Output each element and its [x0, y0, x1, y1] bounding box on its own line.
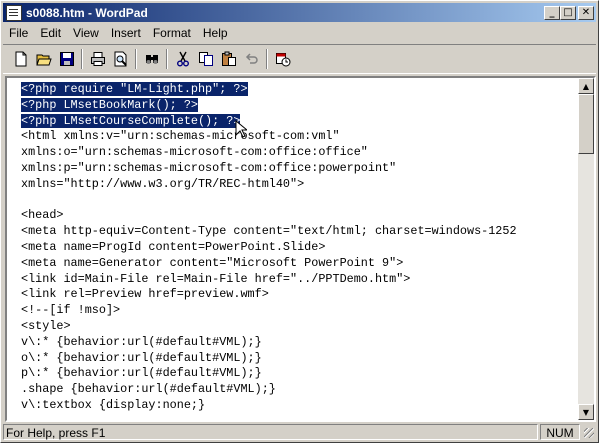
up-arrow-icon: ▲ — [582, 81, 590, 91]
selected-text: <?php LMsetBookMark(); ?> — [21, 97, 198, 112]
menu-format[interactable]: Format — [147, 26, 197, 40]
new-icon — [15, 51, 26, 67]
line-text: xmlns:p="urn:schemas-microsoft-com:offic… — [21, 160, 397, 175]
text-line[interactable]: <html xmlns:v="urn:schemas-microsoft-com… — [7, 129, 578, 145]
down-arrow-icon: ▼ — [582, 407, 590, 417]
line-text: <meta name=Generator content="Microsoft … — [21, 255, 404, 270]
open-icon — [35, 54, 52, 66]
resize-grip[interactable] — [582, 424, 596, 440]
text-line[interactable]: xmlns:p="urn:schemas-microsoft-com:offic… — [7, 161, 578, 177]
text-line[interactable]: <meta name=ProgId content=PowerPoint.Sli… — [7, 240, 578, 256]
menu-bar: File Edit View Insert Format Help — [3, 23, 234, 42]
insert-datetime-icon — [275, 53, 290, 67]
text-line[interactable]: o\:* {behavior:url(#default#VML);} — [7, 351, 578, 367]
wordpad-app-icon[interactable] — [6, 4, 22, 21]
toolbar — [3, 44, 596, 74]
paste-button[interactable] — [217, 48, 240, 70]
scroll-thumb[interactable] — [578, 94, 594, 154]
new-button[interactable] — [9, 48, 32, 70]
line-text: <link rel=Preview href=preview.wmf> — [21, 287, 269, 302]
scroll-up-button[interactable]: ▲ — [578, 78, 594, 94]
text-line[interactable]: <!--[if !mso]> — [7, 303, 578, 319]
text-line[interactable]: <meta name=Generator content="Microsoft … — [7, 256, 578, 272]
line-text: <html xmlns:v="urn:schemas-microsoft-com… — [21, 129, 340, 144]
title-bar[interactable]: s0088.htm - WordPad _ □ ✕ — [3, 3, 596, 22]
print-preview-icon — [114, 51, 127, 67]
text-line[interactable]: xmlns:o="urn:schemas-microsoft-com:offic… — [7, 145, 578, 161]
print-button[interactable] — [86, 48, 109, 70]
text-line[interactable]: <link id=Main-File rel=Main-File href=".… — [7, 272, 578, 288]
close-button[interactable]: ✕ — [578, 5, 594, 20]
line-text: xmlns="http://www.w3.org/TR/REC-html40"> — [21, 176, 305, 191]
toolbar-separator — [166, 49, 168, 69]
mouse-cursor-icon — [235, 120, 247, 138]
text-line[interactable]: p\:* {behavior:url(#default#VML);} — [7, 366, 578, 382]
text-line[interactable]: <meta http-equiv=Content-Type content="t… — [7, 224, 578, 240]
toolbar-separator — [266, 49, 268, 69]
selected-text: <?php LMsetCourseComplete(); ?> — [21, 113, 241, 128]
line-text: v\:* {behavior:url(#default#VML);} — [21, 334, 262, 349]
menu-help[interactable]: Help — [197, 26, 234, 40]
copy-icon — [198, 52, 213, 66]
line-text: <meta name=ProgId content=PowerPoint.Sli… — [21, 239, 326, 254]
num-lock-indicator: NUM — [540, 424, 580, 440]
menu-edit[interactable]: Edit — [34, 26, 67, 40]
menu-view[interactable]: View — [67, 26, 105, 40]
cut-icon — [176, 51, 189, 67]
vertical-scrollbar[interactable]: ▲ ▼ — [578, 78, 594, 420]
text-line[interactable]: v\:* {behavior:url(#default#VML);} — [7, 335, 578, 351]
status-bar: For Help, press F1 NUM — [3, 423, 596, 441]
open-button[interactable] — [32, 48, 55, 70]
insert-datetime-button[interactable] — [271, 48, 294, 70]
scroll-down-button[interactable]: ▼ — [578, 404, 594, 420]
line-text: <meta http-equiv=Content-Type content="t… — [21, 224, 517, 239]
maximize-button[interactable]: □ — [560, 5, 576, 20]
line-text: .shape {behavior:url(#default#VML);} — [21, 382, 276, 397]
document-area[interactable]: <?php require "LM-Light.php"; ?> <?php LM… — [5, 76, 596, 422]
undo-icon — [245, 53, 258, 64]
print-icon — [90, 52, 105, 66]
text-line[interactable]: <?php LMsetCourseComplete(); ?> — [7, 113, 578, 130]
text-line[interactable]: xmlns="http://www.w3.org/TR/REC-html40"> — [7, 177, 578, 193]
text-line[interactable]: v\:textbox {display:none;} — [7, 398, 578, 414]
paste-icon — [221, 51, 236, 66]
menu-insert[interactable]: Insert — [105, 26, 147, 40]
window-title: s0088.htm - WordPad — [26, 5, 148, 20]
menu-file[interactable]: File — [3, 26, 34, 40]
text-line[interactable] — [7, 193, 578, 209]
line-text: p\:* {behavior:url(#default#VML);} — [21, 366, 262, 381]
toolbar-separator — [135, 49, 137, 69]
cut-button[interactable] — [171, 48, 194, 70]
document-text[interactable]: <?php require "LM-Light.php"; ?> <?php LM… — [7, 78, 578, 420]
line-text: xmlns:o="urn:schemas-microsoft-com:offic… — [21, 145, 368, 160]
undo-button[interactable] — [240, 48, 263, 70]
selected-text: <?php require "LM-Light.php"; ?> — [21, 82, 248, 96]
line-text: <head> — [21, 208, 64, 223]
copy-button[interactable] — [194, 48, 217, 70]
status-help-text: For Help, press F1 — [3, 424, 538, 440]
text-line[interactable]: <?php require "LM-Light.php"; ?> — [7, 82, 578, 98]
text-line[interactable]: <?php LMsetBookMark(); ?> — [7, 97, 578, 114]
text-line[interactable]: <style> — [7, 319, 578, 335]
find-icon — [145, 55, 158, 64]
text-line[interactable]: <link rel=Preview href=preview.wmf> — [7, 287, 578, 303]
save-icon — [59, 52, 74, 66]
wordpad-window: s0088.htm - WordPad _ □ ✕ File Edit View… — [0, 0, 599, 443]
line-text: <!--[if !mso]> — [21, 303, 121, 318]
minimize-button[interactable]: _ — [544, 5, 560, 20]
toolbar-separator — [81, 49, 83, 69]
print-preview-button[interactable] — [109, 48, 132, 70]
line-text: <style> — [21, 318, 71, 333]
line-text: <link id=Main-File rel=Main-File href=".… — [21, 271, 411, 286]
line-text: o\:* {behavior:url(#default#VML);} — [21, 350, 262, 365]
find-button[interactable] — [140, 48, 163, 70]
text-line[interactable]: <head> — [7, 208, 578, 224]
save-button[interactable] — [55, 48, 78, 70]
line-text: v\:textbox {display:none;} — [21, 397, 206, 412]
text-line[interactable]: .shape {behavior:url(#default#VML);} — [7, 382, 578, 398]
